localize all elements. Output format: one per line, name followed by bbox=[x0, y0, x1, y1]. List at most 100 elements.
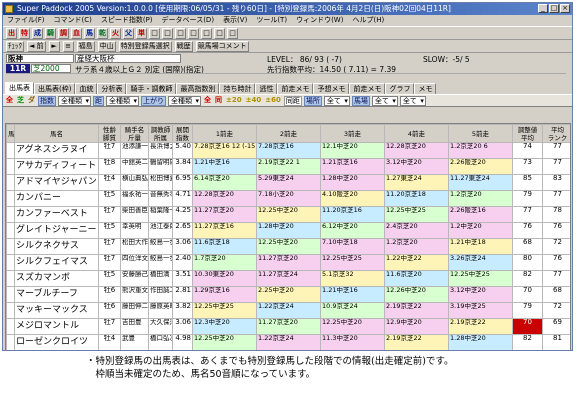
table-row[interactable]: カンファーベスト牡7柴田善臣稲葉隆一4.2511.27京芝2012.25中芝20… bbox=[6, 206, 570, 223]
filter-turf[interactable]: 芝 bbox=[16, 96, 25, 106]
tab-6[interactable]: 持ち時計 bbox=[219, 83, 256, 94]
toolbar-extra-button-6[interactable]: □ bbox=[227, 27, 238, 39]
nav-toolbar-item-1[interactable]: ◄ 前 bbox=[27, 40, 46, 52]
toolbar-extra-button-0[interactable]: □ bbox=[149, 27, 160, 39]
menu-item-5[interactable]: ツール(T) bbox=[256, 15, 287, 26]
col-header-rank[interactable]: 平均 ランク bbox=[542, 124, 570, 143]
col-header-sex[interactable]: 性齢 脚質 bbox=[98, 124, 121, 143]
cell-horse-name[interactable]: アグネスシラヌイ bbox=[14, 142, 99, 159]
col-header-num[interactable]: 馬番 bbox=[6, 124, 15, 143]
table-row[interactable]: スズカマンボ 牡5 安藤勝己 橋田満 3.51 10.30東芝20 11.27京芝24 5.1… bbox=[6, 270, 570, 287]
table-row[interactable]: マッキーマックス牡6藤田伸二藤原英昭3.8212.25中芝251.22京芝241… bbox=[6, 302, 570, 319]
tab-7[interactable]: 逃性 bbox=[255, 83, 278, 94]
cell-horse-name[interactable]: マッキーマックス bbox=[14, 302, 99, 319]
toolbar-button-0[interactable]: 出 bbox=[6, 27, 17, 39]
table-row[interactable]: ローゼンクロイツ牡4武豊橋口弘次郎4.9812.25中芝201.22京芝2411… bbox=[6, 334, 570, 350]
tab-11[interactable]: グラフ bbox=[385, 83, 415, 94]
cell-horse-name[interactable]: カンファーベスト bbox=[14, 206, 99, 223]
flag-pm20[interactable]: ±20 bbox=[225, 96, 243, 106]
col-header-jockey[interactable]: 騎手名 斤量 bbox=[120, 124, 149, 143]
col-header-r4[interactable]: 4前走 bbox=[384, 124, 449, 143]
tab-2[interactable]: 血統 bbox=[75, 83, 98, 94]
table-row[interactable]: アサカディフィート牡8中舘英二鶴留明雄3.841.21中芝162.19京芝22 … bbox=[6, 158, 570, 175]
filter-dirt[interactable]: ダ bbox=[27, 96, 36, 106]
cell-horse-name[interactable]: マーブルチーフ bbox=[14, 286, 99, 303]
index-select[interactable]: 全種類 bbox=[58, 95, 91, 106]
toolbar-button-6[interactable]: 馬 bbox=[84, 27, 95, 39]
flag-same[interactable]: 同 bbox=[214, 96, 223, 106]
toolbar-extra-button-2[interactable]: □ bbox=[175, 27, 186, 39]
table-row[interactable]: ローマンエンパイア牡6川島正太郎古川平4.4312.25中芝206.19京芝20… bbox=[7, 351, 572, 352]
cell-horse-name[interactable]: シルクフェイマス bbox=[14, 254, 99, 271]
nav-toolbar-item-6[interactable]: 特別登録馬選択 bbox=[118, 40, 172, 52]
menu-item-0[interactable]: ファイル(F) bbox=[7, 15, 45, 26]
col-header-r2[interactable]: 2前走 bbox=[256, 124, 321, 143]
menu-item-4[interactable]: 表示(V) bbox=[223, 15, 247, 26]
tab-5[interactable]: 最高指数別 bbox=[176, 83, 220, 94]
cell-horse-name[interactable]: スズカマンボ bbox=[14, 270, 99, 287]
toolbar-button-3[interactable]: 騎 bbox=[45, 27, 56, 39]
tab-1[interactable]: 出馬表(枠) bbox=[34, 83, 76, 94]
tab-12[interactable]: メモ bbox=[414, 83, 437, 94]
menu-item-3[interactable]: データベース(D) bbox=[162, 15, 215, 26]
toolbar-extra-button-4[interactable]: □ bbox=[201, 27, 212, 39]
entry-table-container[interactable]: 馬番 馬名 性齢 脚質 騎手名 斤量 調教師 所属 展開 指数 1前走 2前走 … bbox=[5, 123, 572, 352]
tab-9[interactable]: 予想メモ bbox=[313, 83, 350, 94]
cell-horse-name[interactable]: カンパニー bbox=[14, 190, 99, 207]
close-button[interactable]: × bbox=[560, 4, 570, 13]
toolbar-extra-button-3[interactable]: □ bbox=[188, 27, 199, 39]
table-row[interactable]: シルクフェイマス牡7四位洋文鮫島一歩2.401.7京芝2011.27京芝2012… bbox=[6, 254, 570, 271]
toolbar-button-4[interactable]: 調 bbox=[58, 27, 69, 39]
tab-8[interactable]: 前走メモ bbox=[277, 83, 314, 94]
toolbar-button-9[interactable]: 父 bbox=[123, 27, 134, 39]
cell-horse-name[interactable]: ローマンエンパイア bbox=[15, 351, 99, 352]
agari-select[interactable]: 全種類 bbox=[168, 95, 201, 106]
flag-same-distance[interactable]: 同距 bbox=[283, 95, 302, 106]
cell-horse-name[interactable]: グレイトジャーニー bbox=[14, 222, 99, 239]
flag-pm60[interactable]: ±60 bbox=[264, 96, 282, 106]
flag-all[interactable]: 全 bbox=[203, 96, 212, 106]
nav-toolbar-item-4[interactable]: 福島 bbox=[76, 40, 95, 52]
cell-horse-name[interactable]: シルクネクサス bbox=[14, 238, 99, 255]
toolbar-extra-button-5[interactable]: □ bbox=[214, 27, 225, 39]
toolbar-button-8[interactable]: 火 bbox=[110, 27, 121, 39]
tab-4[interactable]: 騎手・調教師 bbox=[126, 83, 177, 94]
cell-horse-name[interactable]: ローゼンクロイツ bbox=[14, 334, 99, 350]
table-row[interactable]: カンパニー牡5福永祐一音無秀孝4.7112.28京芝207.18小芝204.10… bbox=[6, 190, 570, 207]
menu-item-2[interactable]: スピード指数(P) bbox=[101, 15, 153, 26]
col-header-odds[interactable]: 展開 指数 bbox=[172, 124, 193, 143]
menu-item-7[interactable]: ヘルプ(H) bbox=[352, 15, 384, 26]
cell-horse-name[interactable]: メジロマントル bbox=[14, 318, 99, 335]
minimize-button[interactable]: _ bbox=[538, 4, 548, 13]
baba-select[interactable]: 全て bbox=[371, 95, 398, 106]
col-header-trainer[interactable]: 調教師 所属 bbox=[148, 124, 173, 143]
filter-all[interactable]: 全 bbox=[5, 96, 14, 106]
toolbar-button-5[interactable]: 血 bbox=[71, 27, 82, 39]
toolbar-button-2[interactable]: 成 bbox=[32, 27, 43, 39]
toolbar-extra-button-1[interactable]: □ bbox=[162, 27, 173, 39]
col-header-r3[interactable]: 3前走 bbox=[320, 124, 385, 143]
table-row[interactable]: メジロマントル牡7吉田豊大久保洋吉3.0612.3中芝2011.27京芝2012… bbox=[6, 318, 570, 335]
nav-toolbar-item-3[interactable]: ≡ bbox=[62, 40, 74, 52]
place-select[interactable]: 全て bbox=[323, 95, 350, 106]
col-header-r5[interactable]: 5前走 bbox=[448, 124, 513, 143]
table-row[interactable]: アドマイヤジャパン牡4横山典弘松田博資6.956.14京芝205.29東芝241… bbox=[6, 174, 570, 191]
cell-horse-name[interactable]: アドマイヤジャパン bbox=[14, 174, 99, 191]
cell-horse-name[interactable]: アサカディフィート bbox=[14, 158, 99, 175]
nav-toolbar-item-8[interactable]: 競馬場コメント bbox=[195, 40, 249, 52]
distance-select[interactable]: 全種類 bbox=[106, 95, 139, 106]
table-row[interactable]: マーブルチーフ牡6熊沢重文作田誠二2.811.29京芝162.25中芝201.2… bbox=[6, 286, 570, 303]
nav-toolbar-item-0[interactable]: ﾁｪｯｸ bbox=[6, 40, 24, 52]
col-header-r1[interactable]: 1前走 bbox=[192, 124, 257, 143]
toolbar-button-1[interactable]: 特 bbox=[19, 27, 30, 39]
table-row[interactable]: アグネスシラヌイ牡7池添謙一長浜博之5.407.28京芝16 12 (-15)7… bbox=[6, 142, 570, 159]
toolbar-button-7[interactable]: 乾 bbox=[97, 27, 108, 39]
tab-0[interactable]: 出馬表 bbox=[5, 82, 34, 94]
tab-3[interactable]: 分析表 bbox=[97, 83, 127, 94]
menu-item-1[interactable]: コマンド(C) bbox=[54, 15, 92, 26]
tab-10[interactable]: 前走メモ bbox=[349, 83, 386, 94]
nav-toolbar-item-5[interactable]: 中山 bbox=[97, 40, 116, 52]
last-select[interactable]: 全て bbox=[399, 95, 426, 106]
nav-toolbar-item-7[interactable]: 戦歴 bbox=[174, 40, 193, 52]
toolbar-button-10[interactable]: 単 bbox=[136, 27, 147, 39]
